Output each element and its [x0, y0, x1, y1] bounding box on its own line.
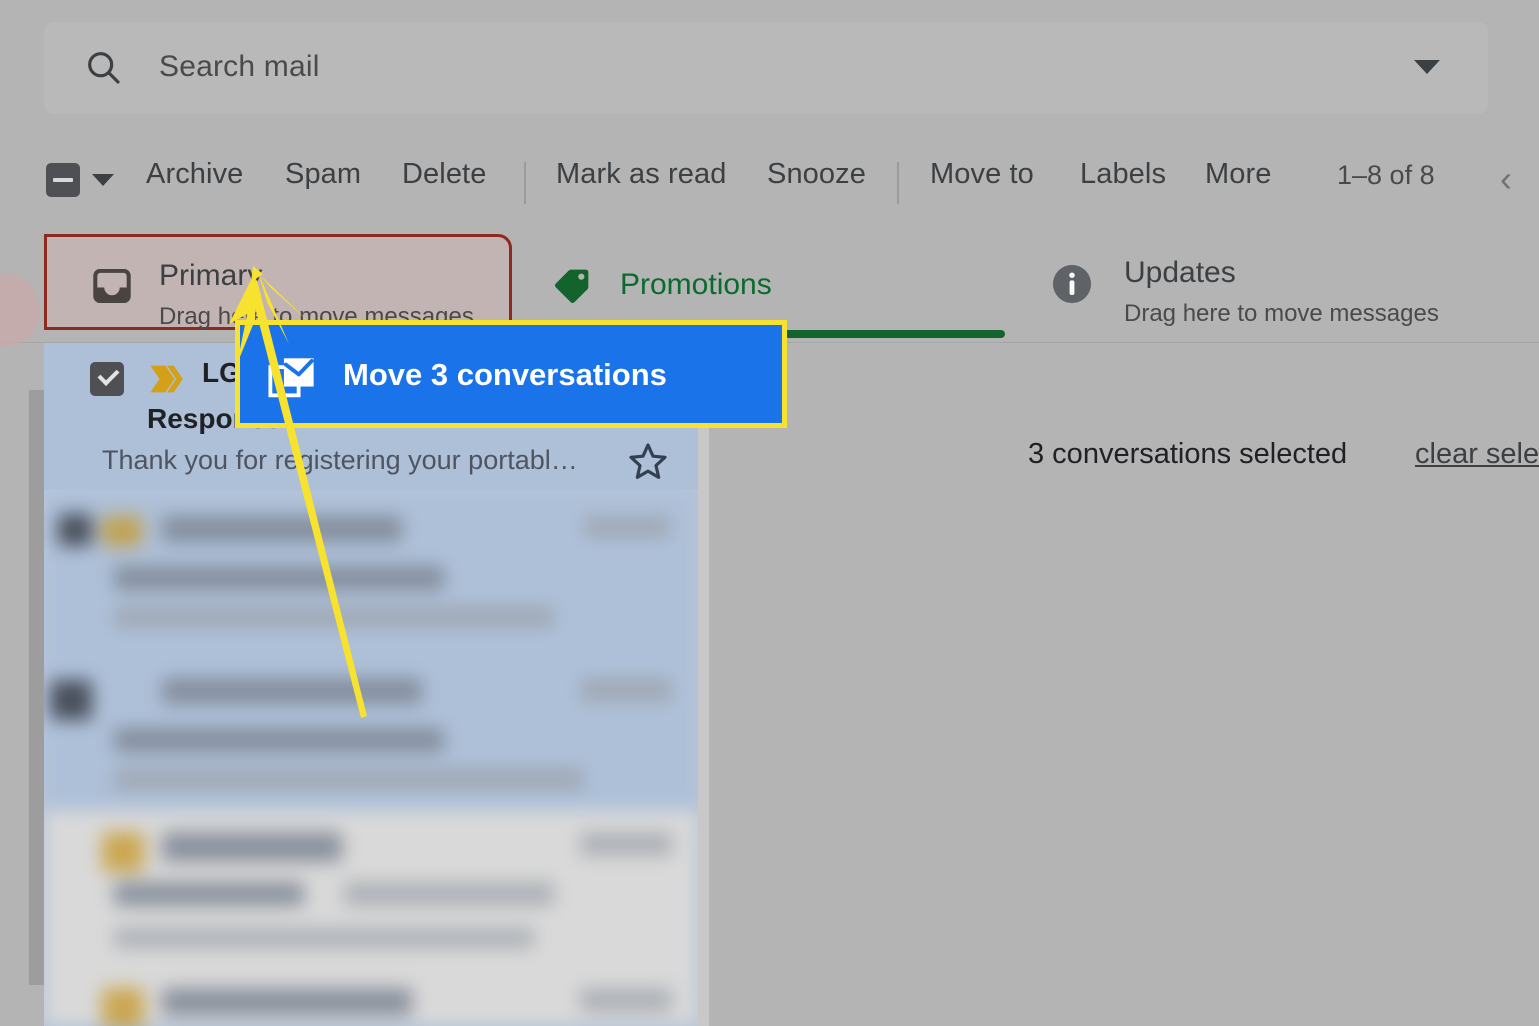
tab-updates[interactable]: Updates Drag here to move messages [1040, 234, 1510, 330]
drag-chip-label: Move 3 conversations [343, 357, 667, 392]
selection-count-text: 3 conversations selected [1028, 438, 1348, 470]
double-chevron-right-icon[interactable] [147, 359, 187, 399]
action-toolbar: Archive Spam Delete Mark as read Snooze … [0, 136, 1539, 226]
spam-button[interactable]: Spam [285, 158, 361, 191]
toolbar-divider-2 [897, 162, 899, 204]
message-list: LG Po… Response… Thank you for registeri… [44, 343, 698, 1026]
inbox-icon [93, 268, 131, 304]
search-icon [84, 48, 124, 88]
snooze-button[interactable]: Snooze [767, 158, 866, 191]
more-button[interactable]: More [1205, 158, 1271, 191]
clear-selection-link[interactable]: clear sele [1415, 438, 1539, 471]
select-dropdown-chevron-down-icon[interactable] [92, 174, 114, 186]
search-bar-row: Search mail [0, 0, 1539, 137]
info-circle-icon [1050, 262, 1094, 306]
tab-promotions[interactable]: Promotions [540, 234, 1010, 330]
pagination-count: 1–8 of 8 [1337, 160, 1435, 190]
tab-updates-title: Updates [1124, 256, 1236, 289]
labels-button[interactable]: Labels [1080, 158, 1166, 191]
search-placeholder-text: Search mail [159, 50, 320, 83]
blurred-unselected-rows[interactable] [44, 810, 698, 1026]
message-checkbox[interactable] [90, 362, 124, 396]
tab-primary[interactable]: Primary Drag here to move messages [44, 234, 512, 330]
mark-as-read-button[interactable]: Mark as read [556, 158, 726, 191]
message-preview: Thank you for registering your portabl… [102, 445, 578, 475]
tab-primary-title: Primary [159, 259, 263, 292]
gmail-screenshot: Search mail Archive Spam Delete Mark as … [0, 0, 1539, 1026]
list-right-gutter[interactable] [697, 343, 709, 1026]
tab-promotions-title: Promotions [620, 268, 772, 301]
tag-icon [552, 266, 592, 306]
archive-button[interactable]: Archive [146, 158, 243, 191]
select-all-checkbox[interactable] [46, 163, 80, 197]
move-to-button[interactable]: Move to [930, 158, 1034, 191]
tab-updates-subtitle: Drag here to move messages [1124, 300, 1439, 327]
open-envelope-icon [268, 355, 316, 399]
drag-preview-chip[interactable]: Move 3 conversations [235, 320, 787, 428]
delete-button[interactable]: Delete [402, 158, 486, 191]
search-input[interactable]: Search mail [44, 22, 1488, 114]
chevron-left-icon[interactable]: ‹ [1500, 158, 1512, 200]
toolbar-divider-1 [524, 162, 526, 204]
star-outline-icon[interactable] [628, 441, 668, 481]
chevron-down-icon[interactable] [1414, 60, 1440, 74]
